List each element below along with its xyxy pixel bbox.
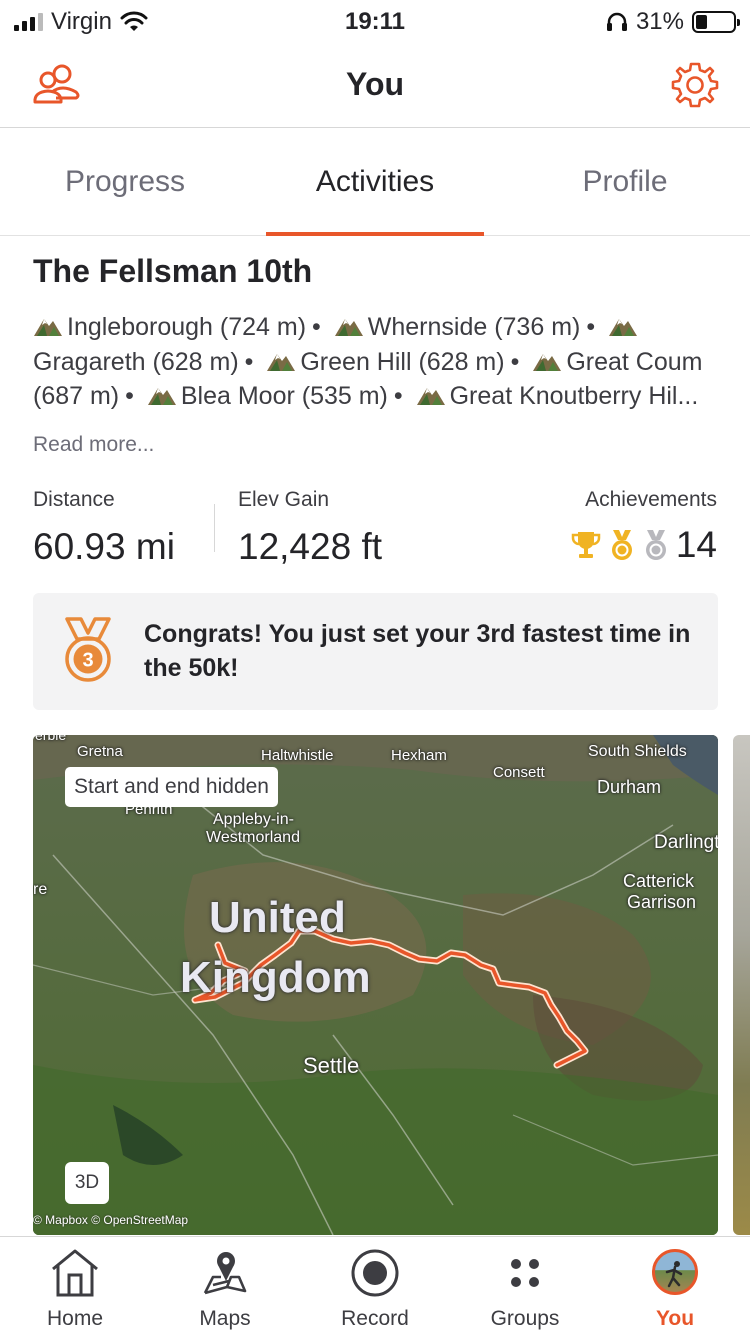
bronze-medal-icon: 3	[65, 617, 111, 682]
avatar-figure-icon	[665, 1261, 683, 1288]
achievements-label: Achievements	[585, 488, 717, 511]
bottom-nav-maps-label: Maps	[199, 1307, 251, 1330]
map-label-hexham: Hexham	[391, 747, 447, 764]
tab-profile[interactable]: Profile	[500, 129, 750, 235]
map-label-kingdom: Kingdom	[180, 953, 371, 1002]
achievement-banner[interactable]: 3 Congrats! You just set your 3rd fastes…	[33, 593, 718, 710]
mountain-icon	[147, 388, 176, 405]
tab-bar: Progress Activities Profile	[0, 129, 750, 236]
record-icon	[351, 1249, 399, 1297]
read-more-link[interactable]: Read more...	[33, 433, 154, 457]
congrats-message: Congrats! You just set your 3rd fastest …	[144, 620, 691, 682]
gold-medal-icon	[611, 530, 632, 560]
peak-item: Green Hill (628 m)	[266, 348, 505, 376]
map-label-gretna: Gretna	[77, 743, 123, 760]
activity-map[interactable]: erble Gretna Haltwhistle Hexham South Sh…	[33, 735, 718, 1235]
groups-icon	[511, 1259, 539, 1287]
map-label-durham: Durham	[597, 777, 662, 797]
map-label-darlington: Darlingt	[654, 832, 718, 853]
map-label-settle: Settle	[303, 1053, 360, 1078]
map-pin-icon	[203, 1252, 247, 1295]
tab-activities[interactable]: Activities	[250, 129, 500, 236]
page-title: You	[345, 66, 405, 102]
map-3d-button[interactable]: 3D	[65, 1162, 109, 1204]
map-label-south-shields: South Shields	[588, 743, 687, 760]
mountain-icon	[533, 353, 562, 371]
status-right: 31%	[606, 8, 740, 36]
home-icon	[52, 1249, 98, 1297]
bottom-nav-record[interactable]: Record	[300, 1237, 450, 1334]
bottom-nav-you[interactable]: You	[600, 1237, 750, 1334]
peak-item: Great Knoutberry Hil...	[416, 382, 698, 410]
map-label-consett: Consett	[493, 764, 545, 781]
bottom-nav-groups-label: Groups	[490, 1307, 560, 1330]
map-label-westmorland: Westmorland	[206, 829, 300, 846]
svg-text:3: 3	[82, 650, 93, 672]
bottom-nav-maps[interactable]: Maps	[150, 1237, 300, 1334]
peak-item: Ingleborough (724 m)	[33, 313, 306, 341]
map-label-catterick: Catterick	[623, 871, 695, 891]
map-attribution[interactable]: © Mapbox © OpenStreetMap	[33, 1213, 188, 1227]
bottom-nav-record-label: Record	[341, 1307, 409, 1330]
headphones-icon	[606, 12, 627, 31]
header: You	[0, 42, 750, 128]
map-label-top-cut: erble	[35, 735, 67, 743]
next-media-peek[interactable]	[733, 735, 750, 1235]
bottom-nav-home-label: Home	[46, 1307, 104, 1330]
elev-gain-stat: Elev Gain 12,428 ft	[238, 488, 382, 568]
map-label-united: United	[209, 893, 346, 942]
achievements-value: 14	[675, 524, 717, 565]
distance-value: 60.93 mi	[33, 526, 175, 567]
map-label-appleby: Appleby-in-	[213, 811, 294, 828]
distance-label: Distance	[33, 488, 115, 511]
bottom-nav-you-label: You	[655, 1307, 695, 1330]
stat-divider	[214, 504, 215, 552]
silver-medal-icon	[645, 530, 666, 560]
map-label-garrison: Garrison	[627, 892, 697, 912]
elev-gain-label: Elev Gain	[238, 488, 330, 511]
peak-item: Blea Moor (535 m)	[147, 382, 388, 410]
battery-icon	[692, 11, 740, 33]
bottom-nav-home[interactable]: Home	[0, 1237, 150, 1334]
start-end-hidden-badge: Start and end hidden	[65, 767, 278, 807]
mountain-icon	[609, 319, 638, 336]
battery-percent: 31%	[635, 8, 684, 35]
achievements-stat[interactable]: Achievements 14	[570, 488, 717, 566]
activity-title[interactable]: The Fellsman 10th	[33, 253, 312, 290]
mountain-icon	[416, 388, 445, 405]
peak-item: Whernside (736 m)	[334, 313, 580, 341]
map-label-left-cut: re	[33, 881, 48, 898]
avatar	[652, 1249, 698, 1295]
map-label-haltwhistle: Haltwhistle	[261, 747, 334, 764]
bottom-nav: Home Maps Record Groups You	[0, 1236, 750, 1334]
distance-stat: Distance 60.93 mi	[33, 488, 175, 568]
mountain-icon	[267, 353, 296, 371]
elev-gain-value: 12,428 ft	[238, 526, 383, 567]
trophy-icon	[571, 532, 601, 558]
gear-icon[interactable]	[670, 60, 720, 110]
mountain-icon	[334, 319, 363, 336]
tab-progress[interactable]: Progress	[0, 129, 250, 235]
bottom-nav-groups[interactable]: Groups	[450, 1237, 600, 1334]
peaks-list: Ingleborough (724 m) • Whernside (736 m) •…	[33, 313, 703, 410]
mountain-icon	[34, 319, 62, 336]
status-bar: Virgin 19:11 31%	[0, 0, 750, 42]
